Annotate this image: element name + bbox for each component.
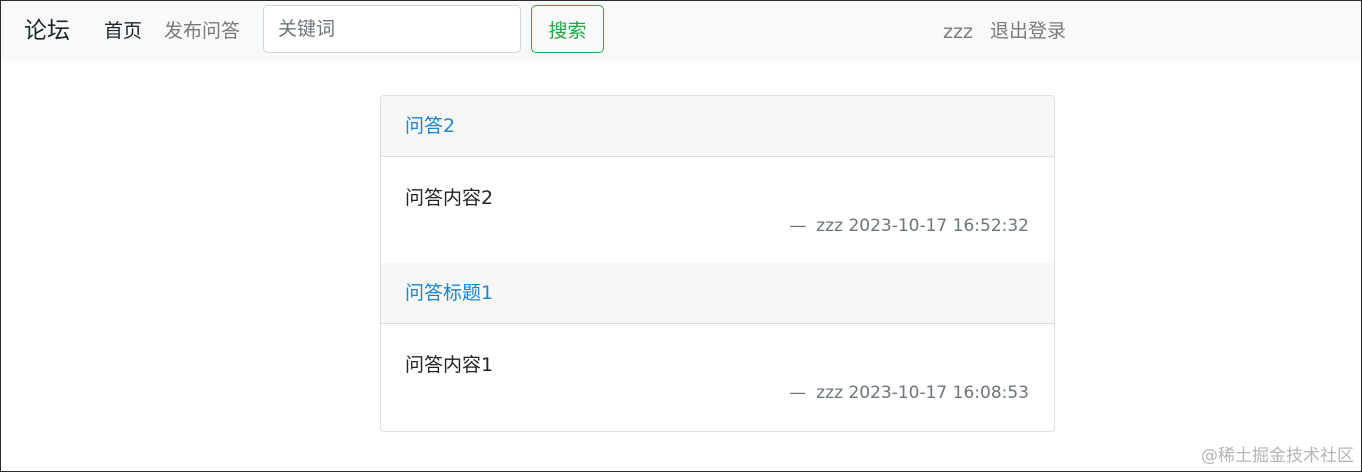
meta-dash: — [789,383,807,403]
post-timestamp: 2023-10-17 16:52:32 [848,216,1029,236]
post-author: zzz [816,383,844,403]
post-body: 问答内容2 — zzz 2023-10-17 16:52:32 [381,157,1054,263]
post-list: 问答2 问答内容2 — zzz 2023-10-17 16:52:32 问答标题1… [380,95,1055,432]
post-title-link[interactable]: 问答2 [405,114,455,138]
nav-username[interactable]: zzz [943,20,973,44]
watermark: @稀土掘金技术社区 [1201,446,1354,466]
nav-publish-link[interactable]: 发布问答 [164,19,240,43]
brand-link[interactable]: 论坛 [24,17,70,45]
navbar: 论坛 首页 发布问答 搜索 zzz 退出登录 [1,1,1361,63]
post-content: 问答内容1 [405,354,494,376]
post-content: 问答内容2 [405,187,494,209]
post-author: zzz [816,216,844,236]
post-timestamp: 2023-10-17 16:08:53 [848,383,1029,403]
meta-dash: — [789,216,807,236]
search-button[interactable]: 搜索 [531,5,604,53]
post-header: 问答标题1 [381,263,1054,324]
search-input[interactable] [263,5,521,53]
post-meta: — zzz 2023-10-17 16:08:53 [789,382,1029,404]
post-meta: — zzz 2023-10-17 16:52:32 [789,215,1029,237]
post-title-link[interactable]: 问答标题1 [405,281,493,305]
post-header: 问答2 [381,96,1054,157]
nav-home-link[interactable]: 首页 [104,19,142,43]
post-body: 问答内容1 — zzz 2023-10-17 16:08:53 [381,324,1054,430]
nav-logout-link[interactable]: 退出登录 [990,19,1066,43]
